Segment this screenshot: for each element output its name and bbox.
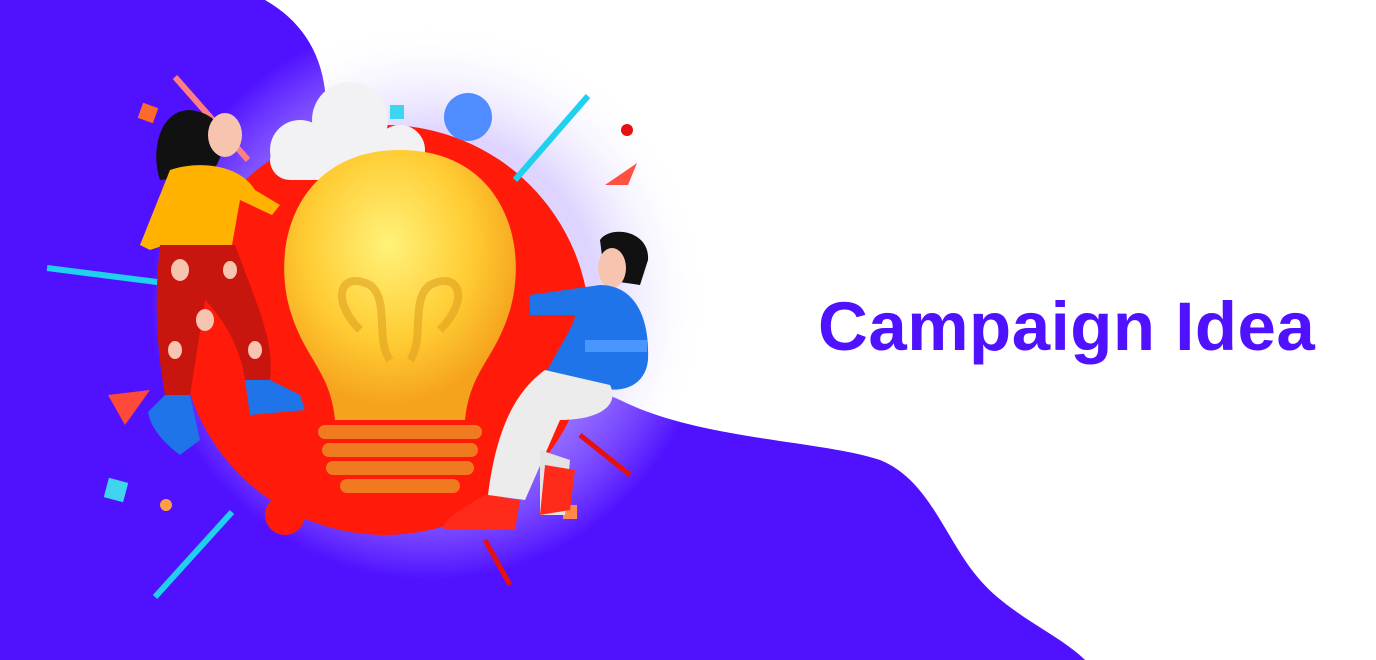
page-title: Campaign Idea bbox=[818, 288, 1316, 365]
